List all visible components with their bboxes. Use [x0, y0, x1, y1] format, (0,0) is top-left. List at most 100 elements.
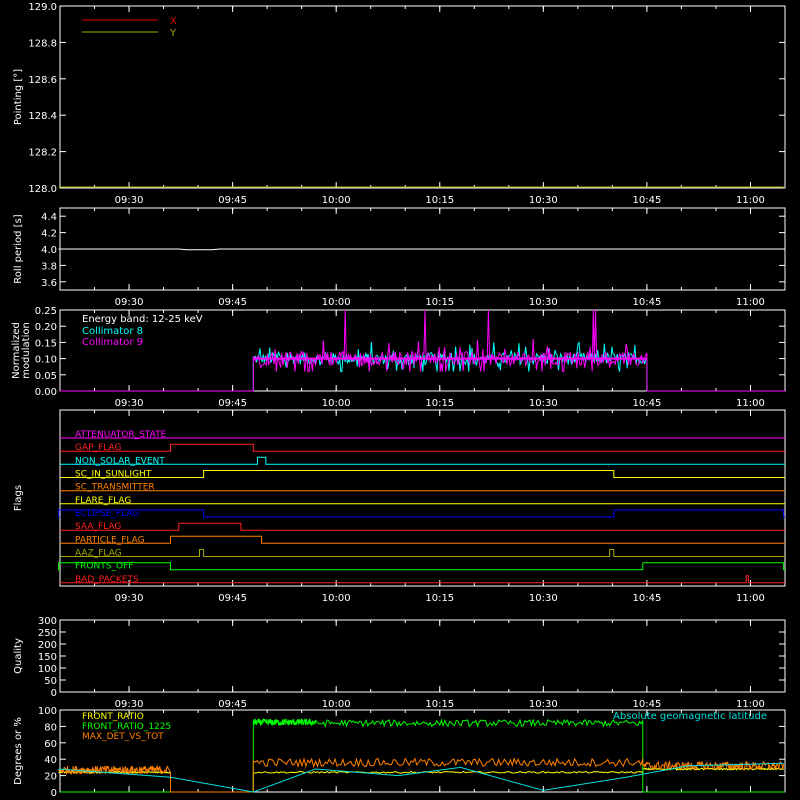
x-tick-label: 10:30	[529, 593, 558, 604]
flag-line	[60, 456, 785, 465]
legend-label-x: X	[170, 16, 177, 27]
y-tick-label: 0	[51, 788, 57, 799]
flag-line	[58, 509, 785, 518]
x-tick-label: 10:30	[529, 398, 558, 409]
y-tick-label: 60	[44, 739, 57, 750]
x-tick-label: 09:30	[115, 699, 144, 710]
geomag-line	[58, 762, 784, 793]
x-tick-label: 11:00	[736, 398, 765, 409]
panel-1: 09:30 09:45 10:00 10:15 10:30 10:45 11:00 Point…	[13, 2, 786, 206]
y-axis-label: Degrees or %	[13, 717, 24, 785]
y-tick-label: 0.00	[35, 387, 57, 398]
x-tick-label: 10:30	[529, 195, 558, 206]
x-tick-label: 10:00	[322, 398, 351, 409]
series-line	[58, 766, 784, 793]
x-tick-label: 10:00	[322, 593, 351, 604]
y-tick-label: 129.0	[28, 2, 57, 13]
y-tick-label: 128.4	[28, 111, 57, 122]
y-tick-label: 100	[38, 706, 57, 717]
y-tick-label: 0.10	[35, 355, 57, 366]
flag-label-flare-flag: FLARE_FLAG	[75, 496, 131, 506]
y-tick-label: 128.0	[28, 184, 57, 195]
x-tick-label: 10:45	[632, 195, 661, 206]
legend-label-front-ratio-1225: FRONT_RATIO_1225	[82, 722, 171, 732]
flag-line	[60, 522, 785, 531]
x-tick-label: 09:45	[218, 297, 247, 308]
panel-frame	[59, 5, 786, 189]
x-tick-label: 10:45	[632, 593, 661, 604]
x-tick-label: 11:00	[736, 195, 765, 206]
y-axis-label: Pointing [°]	[13, 69, 24, 125]
panel-frame	[59, 619, 786, 693]
geomag-annotation: Absolute geomagnetic latitude	[613, 711, 767, 722]
x-tick-label: 09:30	[115, 593, 144, 604]
x-tick-label: 09:30	[115, 195, 144, 206]
panel-frame	[59, 409, 786, 587]
y-tick-label: 128.2	[28, 148, 57, 159]
panel-3: 09:30 09:45 10:00 10:15 10:30 10:45 11:00Norma…	[11, 306, 786, 409]
y-tick-label: 0.20	[35, 322, 57, 333]
flag-line	[60, 549, 785, 557]
flag-line	[60, 443, 785, 452]
flag-label-non-solar-event: NON_SOLAR_EVENT	[75, 456, 165, 466]
x-tick-label: 09:45	[218, 699, 247, 710]
flag-line	[60, 470, 785, 478]
y-tick-label: 50	[44, 676, 57, 687]
energy-band-annotation: Energy band: 12-25 keV	[82, 314, 203, 325]
y-tick-label: 250	[38, 628, 57, 639]
x-tick-label: 09:45	[218, 195, 247, 206]
y-tick-label: 4.4	[41, 212, 57, 223]
x-tick-label: 09:30	[115, 297, 144, 308]
y-tick-label: 0	[51, 688, 57, 699]
x-tick-label: 10:30	[529, 699, 558, 710]
x-tick-label: 11:00	[736, 297, 765, 308]
flag-label-bad-packets: BAD_PACKETS	[75, 575, 139, 585]
panel-5: 09:30 09:45 10:00 10:15 10:30 10:45 11:00 Quali…	[13, 616, 786, 710]
y-tick-label: 80	[44, 722, 57, 733]
x-tick-label: 10:00	[322, 195, 351, 206]
x-tick-label: 09:45	[218, 398, 247, 409]
x-tick-label: 10:45	[632, 297, 661, 308]
y-axis-label: Roll period [s]	[13, 214, 24, 283]
x-tick-label: 10:15	[425, 398, 454, 409]
x-tick-label: 10:15	[425, 297, 454, 308]
panel-6: 09:3009:4510:0010:1510:3010:4511:00Degre…	[13, 706, 786, 800]
y-tick-label: 300	[38, 616, 57, 627]
x-tick-label: 10:15	[425, 699, 454, 710]
y-tick-label: 20	[44, 772, 57, 783]
panel-4: 09:30 09:45 10:00 10:15 10:30 10:45 11:00 Flags…	[13, 409, 786, 604]
x-tick-label: 10:00	[322, 699, 351, 710]
x-tick-label: 09:30	[115, 398, 144, 409]
x-tick-label: 11:00	[736, 699, 765, 710]
x-tick-label: 10:15	[425, 593, 454, 604]
y-tick-label: 128.8	[28, 38, 57, 49]
x-tick-label: 11:00	[736, 593, 765, 604]
x-tick-label: 10:30	[529, 297, 558, 308]
y-tick-label: 3.8	[41, 261, 57, 272]
flag-line	[60, 535, 785, 544]
legend-label-front-ratio: FRONT_RATIO	[82, 712, 144, 722]
y-tick-label: 100	[38, 664, 57, 675]
summary-plot-canvas: 09:30 09:45 10:00 10:15 10:30 10:45 11:00 Point…	[11, 2, 786, 800]
y-tick-label: 200	[38, 640, 57, 651]
y-tick-label: 0.25	[35, 306, 57, 317]
x-tick-label: 10:15	[425, 195, 454, 206]
x-tick-label: 10:00	[322, 297, 351, 308]
flag-label-particle-flag: PARTICLE_FLAG	[75, 535, 145, 545]
legend-label-max-det-vs-tot: MAX_DET_VS_TOT	[82, 732, 164, 742]
x-tick-label: 10:45	[632, 398, 661, 409]
y-tick-label: 150	[38, 652, 57, 663]
y-tick-label: 3.6	[41, 278, 57, 289]
y-axis-label: Quality	[13, 638, 24, 674]
flag-line	[58, 562, 785, 571]
legend-label-collimator: Collimator 8	[82, 326, 143, 337]
y-axis-label: Flags	[13, 485, 24, 511]
y-axis-label: modulation	[21, 322, 32, 379]
y-tick-label: 4.0	[41, 245, 57, 256]
y-tick-label: 4.2	[41, 229, 57, 240]
series-line	[58, 757, 785, 793]
panel-2: 09:30 09:45 10:00 10:15 10:30 10:45 11:00 Roll …	[13, 207, 786, 308]
flag-line	[60, 575, 785, 584]
roll-period-line	[58, 248, 784, 251]
y-tick-label: 40	[44, 755, 57, 766]
